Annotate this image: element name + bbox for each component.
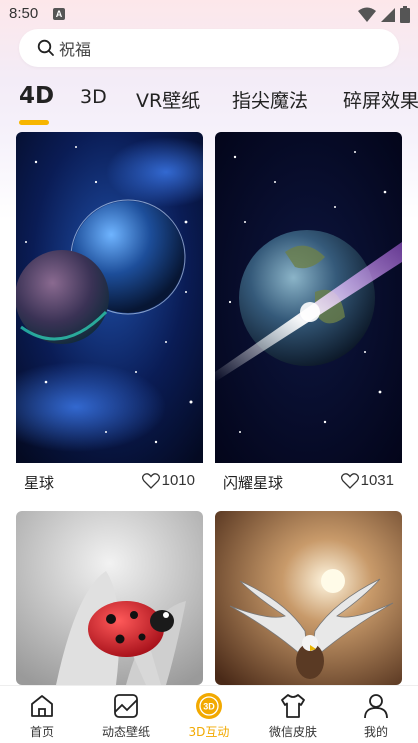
tab-4d[interactable]: 4D bbox=[19, 83, 54, 109]
nav-label: 微信皮肤 bbox=[268, 725, 317, 739]
wallpaper-card[interactable]: 闪耀星球 1031 bbox=[215, 132, 402, 498]
nav-wechat-skin[interactable]: 微信皮肤 bbox=[251, 686, 335, 743]
card-title: 星球 bbox=[24, 474, 55, 492]
wallpaper-card[interactable] bbox=[16, 511, 203, 685]
heart-icon bbox=[141, 472, 160, 489]
battery-icon bbox=[400, 6, 410, 23]
category-tabs: 4D 3D VR壁纸 指尖魔法 碎屏效果 bbox=[0, 80, 418, 128]
card-image bbox=[215, 511, 402, 685]
tab-vr-wallpaper[interactable]: VR壁纸 bbox=[136, 86, 200, 113]
nav-label: 我的 bbox=[363, 725, 388, 739]
nav-live-wallpaper[interactable]: 动态壁纸 bbox=[84, 686, 168, 743]
wallpaper-card[interactable]: 星球 1010 bbox=[16, 132, 203, 498]
tab-broken-screen[interactable]: 碎屏效果 bbox=[343, 86, 418, 113]
search-icon bbox=[37, 39, 54, 56]
tab-3d[interactable]: 3D bbox=[80, 86, 107, 108]
search-input[interactable]: 祝福 bbox=[19, 29, 399, 67]
card-title: 闪耀星球 bbox=[223, 474, 284, 492]
home-icon bbox=[31, 695, 53, 717]
wallpaper-icon bbox=[114, 694, 138, 718]
3d-icon: 3D bbox=[196, 693, 222, 719]
card-image bbox=[16, 511, 203, 685]
status-time: 8:50 bbox=[9, 5, 39, 22]
nav-home[interactable]: 首页 bbox=[0, 686, 84, 743]
search-placeholder: 祝福 bbox=[59, 40, 92, 59]
nav-3d-interactive[interactable]: 3D 3D互动 bbox=[167, 686, 251, 743]
heart-icon bbox=[340, 472, 359, 489]
card-image bbox=[16, 132, 203, 463]
nav-label: 动态壁纸 bbox=[101, 725, 150, 739]
nav-label: 首页 bbox=[29, 725, 54, 739]
status-icons bbox=[358, 6, 410, 23]
active-tab-indicator bbox=[19, 120, 49, 125]
like-count[interactable]: 1031 bbox=[340, 472, 394, 489]
notification-icon: A bbox=[53, 8, 65, 20]
nav-mine[interactable]: 我的 bbox=[334, 686, 418, 743]
nav-label: 3D互动 bbox=[188, 725, 230, 739]
signal-icon bbox=[381, 7, 395, 22]
svg-text:3D: 3D bbox=[203, 702, 215, 712]
status-bar: 8:50 A bbox=[0, 0, 418, 30]
bottom-nav: 首页 动态壁纸 3D 3D互动 微信皮肤 我的 bbox=[0, 685, 418, 743]
like-count-value: 1010 bbox=[161, 472, 195, 489]
like-count[interactable]: 1010 bbox=[141, 472, 195, 489]
card-image bbox=[215, 132, 402, 463]
tab-fingertip-magic[interactable]: 指尖魔法 bbox=[232, 86, 308, 113]
like-count-value: 1031 bbox=[360, 472, 394, 489]
wallpaper-card[interactable] bbox=[215, 511, 402, 685]
wifi-icon bbox=[358, 7, 376, 22]
tshirt-icon bbox=[281, 694, 305, 718]
profile-icon bbox=[364, 694, 388, 719]
